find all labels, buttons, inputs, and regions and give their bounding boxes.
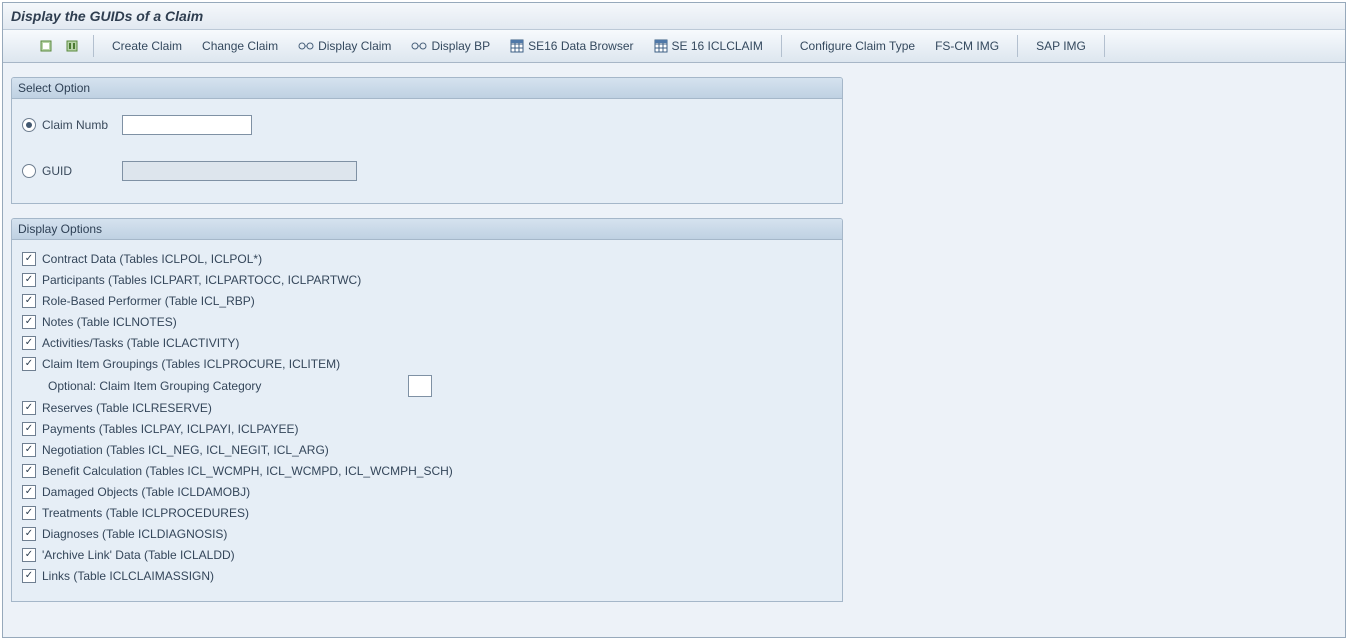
- chk-label: Benefit Calculation (Tables ICL_WCMPH, I…: [42, 464, 453, 478]
- chk-label: 'Archive Link' Data (Table ICLALDD): [42, 548, 235, 562]
- create-claim-button[interactable]: Create Claim: [112, 39, 182, 53]
- checkbox[interactable]: [22, 357, 36, 371]
- grid-icon: [654, 39, 668, 53]
- claim-numb-row: Claim Numb: [22, 113, 832, 137]
- chk-label: Contract Data (Tables ICLPOL, ICLPOL*): [42, 252, 262, 266]
- glasses-icon: [411, 41, 427, 51]
- chk-label: Negotiation (Tables ICL_NEG, ICL_NEGIT, …: [42, 443, 329, 457]
- toolbar-separator: [1104, 35, 1105, 57]
- content-area: Select Option Claim Numb GUID Display Op…: [3, 63, 1345, 624]
- chk-label: Reserves (Table ICLRESERVE): [42, 401, 212, 415]
- select-option-header: Select Option: [12, 78, 842, 99]
- sap-img-button[interactable]: SAP IMG: [1036, 39, 1086, 53]
- claim-numb-label: Claim Numb: [42, 118, 122, 132]
- chk-label: Links (Table ICLCLAIMASSIGN): [42, 569, 214, 583]
- display-bp-button[interactable]: Display BP: [411, 39, 490, 53]
- app-window: www.tutorialkart.com Display the GUIDs o…: [2, 2, 1346, 638]
- se16-data-browser-button[interactable]: SE16 Data Browser: [510, 39, 633, 53]
- checkbox[interactable]: [22, 273, 36, 287]
- checkbox[interactable]: [22, 548, 36, 562]
- guid-input[interactable]: [122, 161, 357, 181]
- checkbox[interactable]: [22, 315, 36, 329]
- change-claim-button[interactable]: Change Claim: [202, 39, 278, 53]
- configure-claim-type-button[interactable]: Configure Claim Type: [800, 39, 915, 53]
- chk-label: Damaged Objects (Table ICLDAMOBJ): [42, 485, 250, 499]
- select-option-panel: Select Option Claim Numb GUID: [11, 77, 843, 204]
- execute-variant-icon[interactable]: [62, 36, 82, 56]
- checkbox[interactable]: [22, 443, 36, 457]
- checkbox[interactable]: [22, 401, 36, 415]
- toolbar-separator: [1017, 35, 1018, 57]
- fs-cm-img-button[interactable]: FS-CM IMG: [935, 39, 999, 53]
- guid-radio[interactable]: [22, 164, 36, 178]
- claim-numb-radio[interactable]: [22, 118, 36, 132]
- checkbox[interactable]: [22, 422, 36, 436]
- guid-label: GUID: [42, 164, 122, 178]
- optional-category-input[interactable]: [408, 375, 432, 397]
- chk-label: Diagnoses (Table ICLDIAGNOSIS): [42, 527, 227, 541]
- execute-icon[interactable]: [36, 36, 56, 56]
- checkbox[interactable]: [22, 506, 36, 520]
- page-title: Display the GUIDs of a Claim: [3, 3, 1345, 30]
- checkbox[interactable]: [22, 294, 36, 308]
- glasses-icon: [298, 41, 314, 51]
- checkbox[interactable]: [22, 464, 36, 478]
- chk-label: Payments (Tables ICLPAY, ICLPAYI, ICLPAY…: [42, 422, 299, 436]
- chk-label: Claim Item Groupings (Tables ICLPROCURE,…: [42, 357, 340, 371]
- toolbar-separator: [781, 35, 782, 57]
- chk-label: Treatments (Table ICLPROCEDURES): [42, 506, 249, 520]
- chk-label: Notes (Table ICLNOTES): [42, 315, 177, 329]
- display-options-panel: Display Options Contract Data (Tables IC…: [11, 218, 843, 602]
- chk-label: Role-Based Performer (Table ICL_RBP): [42, 294, 255, 308]
- grid-icon: [510, 39, 524, 53]
- toolbar-separator: [93, 35, 94, 57]
- checkbox[interactable]: [22, 336, 36, 350]
- checkbox[interactable]: [22, 252, 36, 266]
- toolbar: Create Claim Change Claim Display Claim …: [3, 30, 1345, 63]
- checkbox[interactable]: [22, 569, 36, 583]
- chk-label: Activities/Tasks (Table ICLACTIVITY): [42, 336, 239, 350]
- checkbox[interactable]: [22, 527, 36, 541]
- se16-iclclaim-button[interactable]: SE 16 ICLCLAIM: [654, 39, 763, 53]
- chk-label: Participants (Tables ICLPART, ICLPARTOCC…: [42, 273, 361, 287]
- claim-numb-input[interactable]: [122, 115, 252, 135]
- guid-row: GUID: [22, 159, 832, 183]
- checkbox[interactable]: [22, 485, 36, 499]
- display-options-header: Display Options: [12, 219, 842, 240]
- optional-category-label: Optional: Claim Item Grouping Category: [48, 379, 378, 393]
- display-claim-button[interactable]: Display Claim: [298, 39, 391, 53]
- optional-category-row: Optional: Claim Item Grouping Category: [48, 375, 832, 397]
